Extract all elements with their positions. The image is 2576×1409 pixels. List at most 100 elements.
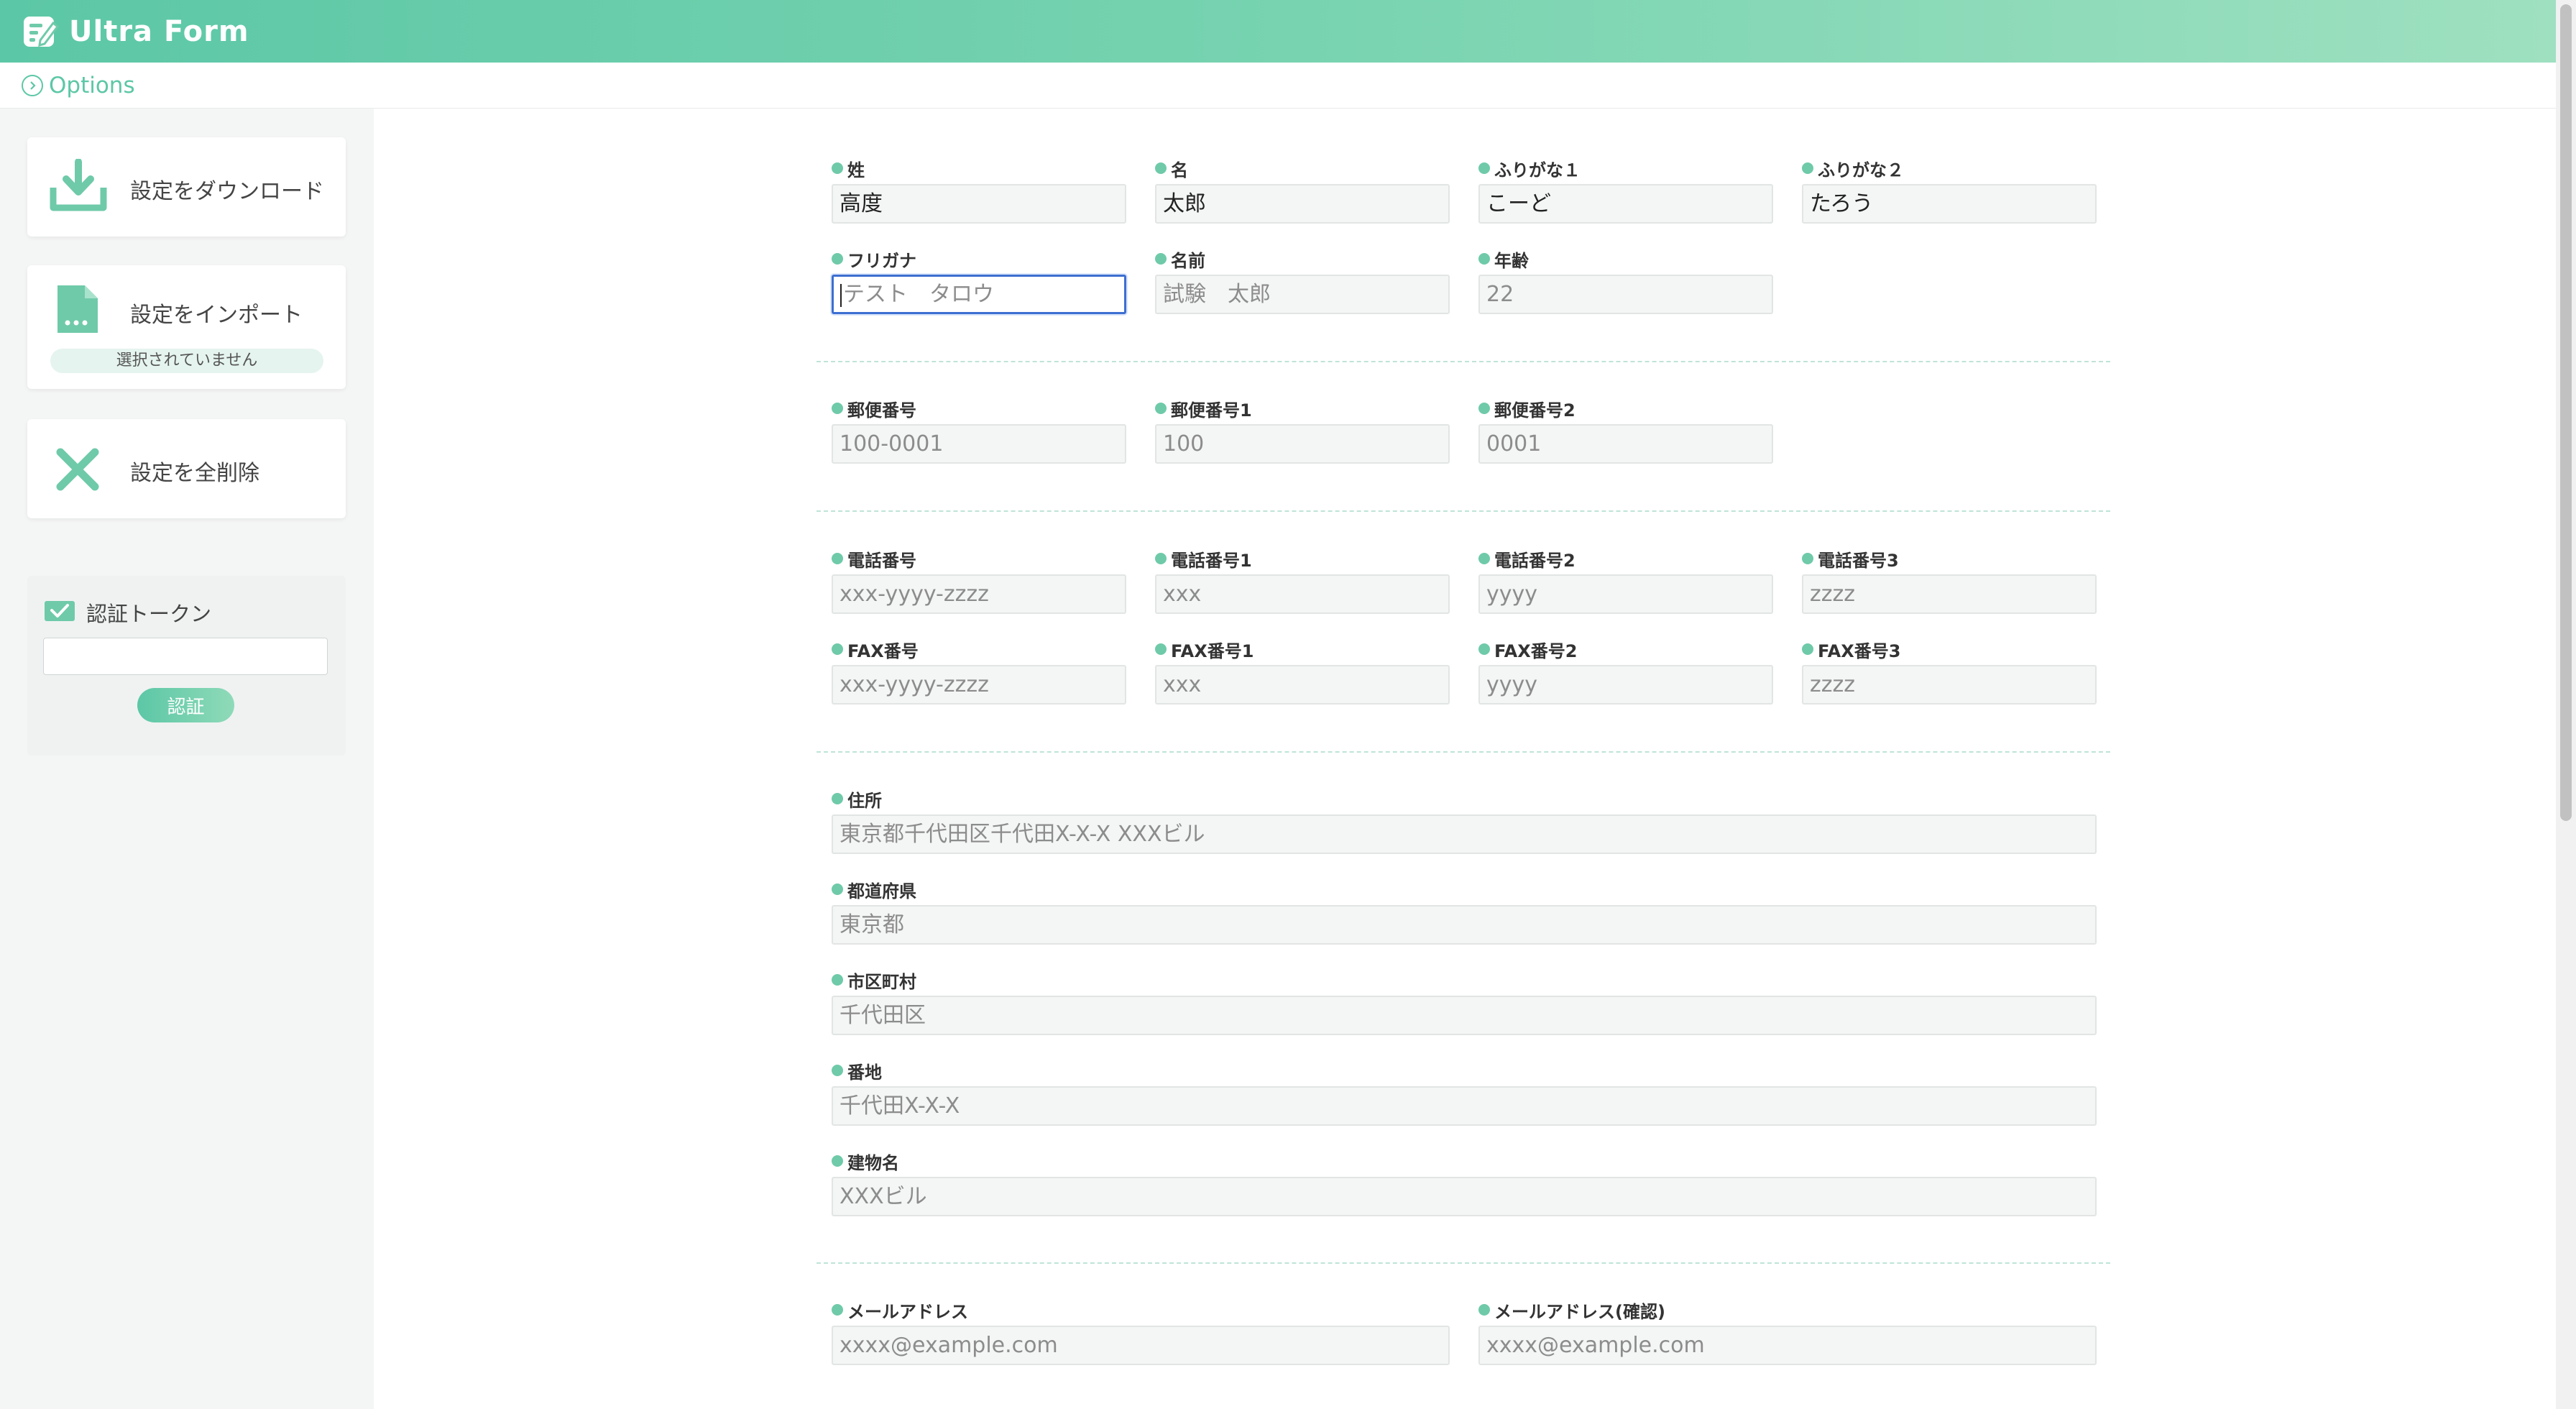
section-divider <box>816 510 2110 512</box>
required-dot-icon <box>1802 553 1813 564</box>
field-label: 電話番号3 <box>1818 550 1899 571</box>
field-label: FAX番号 <box>847 641 919 661</box>
street-input[interactable]: 千代田X-X-X <box>832 1086 2097 1126</box>
field-age: 年齢 22 <box>1478 248 1773 314</box>
scrollbar-thumb[interactable] <box>2560 4 2572 821</box>
zip1-input[interactable]: 100 <box>1155 424 1450 464</box>
email-confirm-input[interactable]: xxxx@example.com <box>1478 1326 2097 1365</box>
email-input[interactable]: xxxx@example.com <box>832 1326 1450 1365</box>
required-dot-icon <box>832 884 843 895</box>
tel3-input[interactable]: zzzz <box>1802 574 2097 614</box>
tel1-input[interactable]: xxx <box>1155 574 1450 614</box>
field-label: 住所 <box>847 790 882 811</box>
form-logo-icon <box>22 13 59 50</box>
city-input[interactable]: 千代田区 <box>832 996 2097 1035</box>
fax1-input[interactable]: xxx <box>1155 665 1450 704</box>
furigana1-input[interactable]: こーど <box>1478 184 1773 224</box>
field-label: ふりがな２ <box>1818 160 1904 180</box>
field-tel2: 電話番号2 yyyy <box>1478 548 1773 614</box>
app-header: Ultra Form <box>0 0 2556 63</box>
required-dot-icon <box>1478 553 1490 564</box>
options-bar[interactable]: Options <box>0 63 2556 109</box>
field-label: FAX番号2 <box>1494 641 1578 661</box>
required-dot-icon <box>1155 253 1167 265</box>
field-mei: 名 太郎 <box>1155 157 1450 224</box>
mail-check-icon <box>43 600 76 625</box>
field-label: 姓 <box>847 160 865 180</box>
field-label: ふりがな１ <box>1494 160 1581 180</box>
chevron-right-icon[interactable] <box>22 74 43 96</box>
furigana-kana-input[interactable]: テスト タロウ <box>832 275 1126 314</box>
field-furigana1: ふりがな１ こーど <box>1478 157 1773 224</box>
auth-token-label: 認証トークン <box>86 602 212 626</box>
required-dot-icon <box>1478 403 1490 414</box>
field-zip2: 郵便番号2 0001 <box>1478 398 1773 464</box>
field-email: メールアドレス xxxx@example.com <box>832 1299 1450 1365</box>
vertical-scrollbar[interactable] <box>2556 0 2576 1409</box>
field-tel1: 電話番号1 xxx <box>1155 548 1450 614</box>
required-dot-icon <box>1155 643 1167 655</box>
download-icon <box>49 158 108 216</box>
delete-all-settings-label: 設定を全削除 <box>130 461 259 486</box>
mei-input[interactable]: 太郎 <box>1155 184 1450 224</box>
zip2-input[interactable]: 0001 <box>1478 424 1773 464</box>
zip-input[interactable]: 100-0001 <box>832 424 1126 464</box>
furigana2-input[interactable]: たろう <box>1802 184 2097 224</box>
field-label: 郵便番号2 <box>1494 400 1576 421</box>
prefecture-input[interactable]: 東京都 <box>832 905 2097 945</box>
required-dot-icon <box>832 974 843 986</box>
field-label: フリガナ <box>847 250 916 271</box>
name-input[interactable]: 試験 太郎 <box>1155 275 1450 314</box>
field-city: 市区町村 千代田区 <box>832 969 2097 1035</box>
required-dot-icon <box>1478 253 1490 265</box>
required-dot-icon <box>832 1155 843 1167</box>
field-label: 電話番号 <box>847 550 916 571</box>
file-selection-status[interactable]: 選択されていません <box>50 349 323 373</box>
field-label: メールアドレス(確認) <box>1494 1301 1665 1322</box>
download-settings-label: 設定をダウンロード <box>130 179 324 204</box>
field-label: 電話番号1 <box>1171 550 1252 571</box>
furigana-kana-placeholder: テスト タロウ <box>843 282 994 307</box>
download-settings-button[interactable]: 設定をダウンロード <box>27 137 346 237</box>
required-dot-icon <box>832 643 843 655</box>
text-caret <box>840 283 842 307</box>
tel2-input[interactable]: yyyy <box>1478 574 1773 614</box>
field-fax: FAX番号 xxx-yyyy-zzzz <box>832 638 1126 704</box>
file-icon <box>55 283 101 339</box>
field-zip: 郵便番号 100-0001 <box>832 398 1126 464</box>
field-label: 年齢 <box>1494 250 1529 271</box>
field-label: 建物名 <box>847 1152 899 1173</box>
auth-token-input[interactable] <box>43 638 328 675</box>
fax-input[interactable]: xxx-yyyy-zzzz <box>832 665 1126 704</box>
field-label: 市区町村 <box>847 971 916 992</box>
field-name: 名前 試験 太郎 <box>1155 248 1450 314</box>
address-input[interactable]: 東京都千代田区千代田X-X-X XXXビル <box>832 814 2097 854</box>
required-dot-icon <box>832 162 843 174</box>
field-tel: 電話番号 xxx-yyyy-zzzz <box>832 548 1126 614</box>
required-dot-icon <box>1802 643 1813 655</box>
required-dot-icon <box>1478 643 1490 655</box>
required-dot-icon <box>832 553 843 564</box>
field-furigana2: ふりがな２ たろう <box>1802 157 2097 224</box>
delete-all-settings-button[interactable]: 設定を全削除 <box>27 419 346 518</box>
import-settings-button[interactable]: 設定をインポート 選択されていません <box>27 265 346 389</box>
options-label[interactable]: Options <box>49 73 135 98</box>
field-fax1: FAX番号1 xxx <box>1155 638 1450 704</box>
building-input[interactable]: XXXビル <box>832 1177 2097 1216</box>
fax2-input[interactable]: yyyy <box>1478 665 1773 704</box>
auth-token-panel: 認証トークン 認証 <box>27 576 346 756</box>
tel-input[interactable]: xxx-yyyy-zzzz <box>832 574 1126 614</box>
field-label: 番地 <box>847 1062 882 1083</box>
auth-button[interactable]: 認証 <box>137 688 234 722</box>
field-label: メールアドレス <box>847 1301 968 1322</box>
close-icon <box>56 448 99 494</box>
field-furigana-kana: フリガナ テスト タロウ <box>832 248 1126 314</box>
field-label: 郵便番号1 <box>1171 400 1252 421</box>
sei-input[interactable]: 高度 <box>832 184 1126 224</box>
field-fax2: FAX番号2 yyyy <box>1478 638 1773 704</box>
required-dot-icon <box>1155 403 1167 414</box>
age-input[interactable]: 22 <box>1478 275 1773 314</box>
section-divider <box>816 1262 2110 1264</box>
field-label: 名前 <box>1171 250 1205 271</box>
fax3-input[interactable]: zzzz <box>1802 665 2097 704</box>
